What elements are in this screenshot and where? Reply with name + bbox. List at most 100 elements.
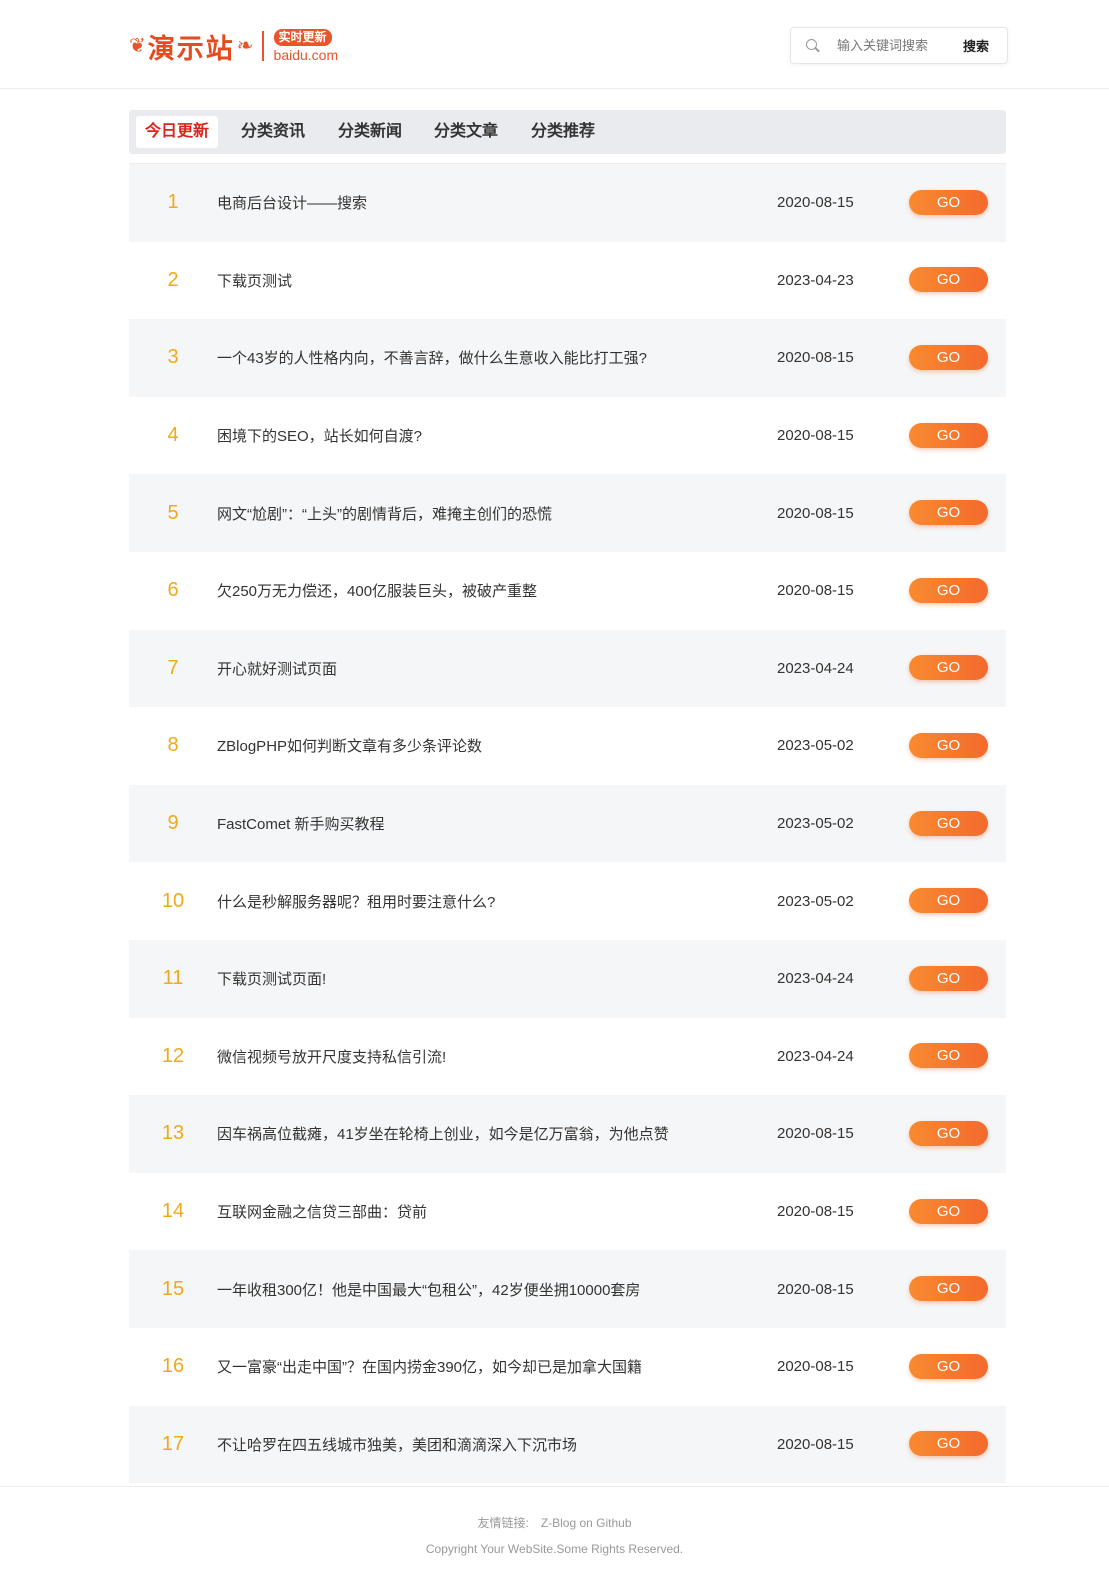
article-row[interactable]: 2 下载页测试 2023-04-23 GO xyxy=(129,242,1006,320)
go-button[interactable]: GO xyxy=(909,500,988,526)
article-date: 2023-04-24 xyxy=(777,1047,854,1065)
article-date: 2020-08-15 xyxy=(777,1435,854,1453)
article-title[interactable]: 下载页测试页面! xyxy=(217,940,326,1018)
go-button[interactable]: GO xyxy=(909,267,988,293)
article-rank: 5 xyxy=(167,501,179,524)
article-date: 2023-04-23 xyxy=(777,271,854,289)
article-rank: 4 xyxy=(167,424,179,447)
article-row[interactable]: 1 电商后台设计——搜索 2020-08-15 GO xyxy=(129,164,1006,242)
article-rank: 16 xyxy=(161,1355,185,1378)
article-title[interactable]: 一年收租300亿！他是中国最大“包租公”，42岁便坐拥10000套房 xyxy=(217,1250,640,1328)
tab-category-info[interactable]: 分类资讯 xyxy=(232,116,314,148)
go-button[interactable]: GO xyxy=(909,732,988,758)
logo-divider xyxy=(261,31,264,61)
logo-domain: baidu.com xyxy=(273,47,339,63)
article-title[interactable]: 网文“尬剧”：“上头”的剧情背后，难掩主创们的恐慌 xyxy=(217,474,552,552)
article-title[interactable]: 因车祸高位截瘫，41岁坐在轮椅上创业，如今是亿万富翁，为他点赞 xyxy=(217,1095,669,1173)
article-date: 2020-08-15 xyxy=(777,1280,854,1298)
article-date: 2020-08-15 xyxy=(777,194,854,212)
article-rank: 13 xyxy=(161,1122,185,1145)
go-button[interactable]: GO xyxy=(909,1276,988,1302)
search-icon xyxy=(805,38,821,54)
article-rank: 7 xyxy=(167,656,179,679)
article-row[interactable]: 4 困境下的SEO，站长如何自渡? 2020-08-15 GO xyxy=(129,397,1006,475)
go-button[interactable]: GO xyxy=(909,1120,988,1146)
article-title[interactable]: ZBlogPHP如何判断文章有多少条评论数 xyxy=(217,707,482,785)
article-title[interactable]: FastComet 新手购买教程 xyxy=(217,785,385,863)
article-row[interactable]: 9 FastComet 新手购买教程 2023-05-02 GO xyxy=(129,784,1006,863)
go-button[interactable]: GO xyxy=(909,189,988,215)
go-button[interactable]: GO xyxy=(909,1198,988,1224)
article-row[interactable]: 10 什么是秒解服务器呢？租用时要注意什么? 2023-05-02 GO xyxy=(129,862,1006,940)
article-title[interactable]: 困境下的SEO，站长如何自渡? xyxy=(217,397,422,475)
go-button[interactable]: GO xyxy=(909,422,988,448)
article-title[interactable]: 又一富豪“出走中国”？在国内捞金390亿，如今却已是加拿大国籍 xyxy=(217,1328,642,1406)
copyright: Copyright Your WebSite.Some Rights Reser… xyxy=(425,1542,684,1556)
article-rank: 9 xyxy=(167,812,179,835)
logo-text: 演示站 xyxy=(147,33,235,65)
tab-today-updates[interactable]: 今日更新 xyxy=(136,116,219,148)
go-button[interactable]: GO xyxy=(909,888,988,914)
friend-link-zblog[interactable]: Z-Blog on Github xyxy=(541,1516,632,1530)
tab-category-news[interactable]: 分类新闻 xyxy=(329,116,411,148)
search-box: 搜索 xyxy=(790,27,1008,64)
article-date: 2023-04-24 xyxy=(777,659,854,677)
search-input[interactable] xyxy=(837,38,955,53)
article-row[interactable]: 15 一年收租300亿！他是中国最大“包租公”，42岁便坐拥10000套房 2020… xyxy=(129,1250,1006,1328)
article-date: 2020-08-15 xyxy=(777,1125,854,1143)
tab-category-recommend[interactable]: 分类推荐 xyxy=(522,116,604,148)
article-title[interactable]: 互联网金融之信贷三部曲：贷前 xyxy=(217,1173,427,1251)
go-button[interactable]: GO xyxy=(909,1043,988,1069)
go-button[interactable]: GO xyxy=(909,655,988,681)
article-date: 2020-08-15 xyxy=(777,1358,854,1376)
article-title[interactable]: 不让哈罗在四五线城市独美，美团和滴滴深入下沉市场 xyxy=(217,1406,577,1484)
article-date: 2023-05-02 xyxy=(777,892,854,910)
article-title[interactable]: 欠250万无力偿还，400亿服装巨头，被破产重整 xyxy=(217,552,537,630)
article-rank: 6 xyxy=(167,579,179,602)
article-rank: 10 xyxy=(161,889,185,912)
article-title[interactable]: 什么是秒解服务器呢？租用时要注意什么? xyxy=(217,862,495,940)
article-title[interactable]: 一个43岁的人性格内向，不善言辞，做什么生意收入能比打工强? xyxy=(217,319,647,397)
article-row[interactable]: 3 一个43岁的人性格内向，不善言辞，做什么生意收入能比打工强? 2020-08-1… xyxy=(129,319,1006,397)
article-rank: 14 xyxy=(161,1200,185,1223)
laurel-right-icon: ❧ xyxy=(236,35,254,57)
go-button[interactable]: GO xyxy=(909,344,988,370)
logo-badge: 实时更新 xyxy=(273,29,332,46)
article-date: 2020-08-15 xyxy=(777,1203,854,1221)
article-row[interactable]: 12 微信视频号放开尺度支持私信引流! 2023-04-24 GO xyxy=(129,1018,1006,1096)
go-button[interactable]: GO xyxy=(909,810,988,836)
article-row[interactable]: 13 因车祸高位截瘫，41岁坐在轮椅上创业，如今是亿万富翁，为他点赞 2020-08… xyxy=(129,1095,1006,1173)
go-button[interactable]: GO xyxy=(909,577,988,603)
article-row[interactable]: 14 互联网金融之信贷三部曲：贷前 2020-08-15 GO xyxy=(129,1173,1006,1251)
article-row[interactable]: 17 不让哈罗在四五线城市独美，美团和滴滴深入下沉市场 2020-08-15 GO xyxy=(129,1405,1006,1484)
article-row[interactable]: 11 下载页测试页面! 2023-04-24 GO xyxy=(129,939,1006,1018)
article-date: 2020-08-15 xyxy=(777,504,854,522)
article-date: 2020-08-15 xyxy=(777,349,854,367)
friend-links-label: 友情链接: xyxy=(477,1516,529,1530)
go-button[interactable]: GO xyxy=(909,965,988,991)
article-row[interactable]: 8 ZBlogPHP如何判断文章有多少条评论数 2023-05-02 GO xyxy=(129,707,1006,785)
go-button[interactable]: GO xyxy=(909,1353,988,1379)
article-rank: 12 xyxy=(161,1044,185,1067)
article-rank: 17 xyxy=(161,1432,185,1455)
article-row[interactable]: 5 网文“尬剧”：“上头”的剧情背后，难掩主创们的恐慌 2020-08-15 GO xyxy=(129,474,1006,552)
article-row[interactable]: 16 又一富豪“出走中国”？在国内捞金390亿，如今却已是加拿大国籍 2020-08… xyxy=(129,1328,1006,1406)
article-rank: 8 xyxy=(167,734,179,757)
article-row[interactable]: 7 开心就好测试页面 2023-04-24 GO xyxy=(129,629,1006,708)
article-rank: 2 xyxy=(167,268,179,291)
tab-category-articles[interactable]: 分类文章 xyxy=(425,116,507,148)
go-button[interactable]: GO xyxy=(909,1431,988,1457)
article-date: 2023-04-24 xyxy=(777,970,854,988)
article-title[interactable]: 开心就好测试页面 xyxy=(217,630,337,708)
article-rank: 11 xyxy=(162,967,184,990)
article-title[interactable]: 微信视频号放开尺度支持私信引流! xyxy=(217,1018,446,1096)
site-logo[interactable]: ❦ 演示站 ❧ 实时更新 baidu.com xyxy=(129,28,339,65)
article-title[interactable]: 下载页测试 xyxy=(217,242,292,320)
article-rank: 15 xyxy=(161,1277,185,1300)
laurel-left-icon: ❦ xyxy=(129,35,146,57)
search-button[interactable]: 搜索 xyxy=(963,36,989,55)
category-tabs: 今日更新 分类资讯 分类新闻 分类文章 分类推荐 xyxy=(129,110,1006,154)
article-title[interactable]: 电商后台设计——搜索 xyxy=(217,164,367,242)
logo-subtitle: 实时更新 baidu.com xyxy=(273,29,339,63)
article-row[interactable]: 6 欠250万无力偿还，400亿服装巨头，被破产重整 2020-08-15 GO xyxy=(129,552,1006,630)
